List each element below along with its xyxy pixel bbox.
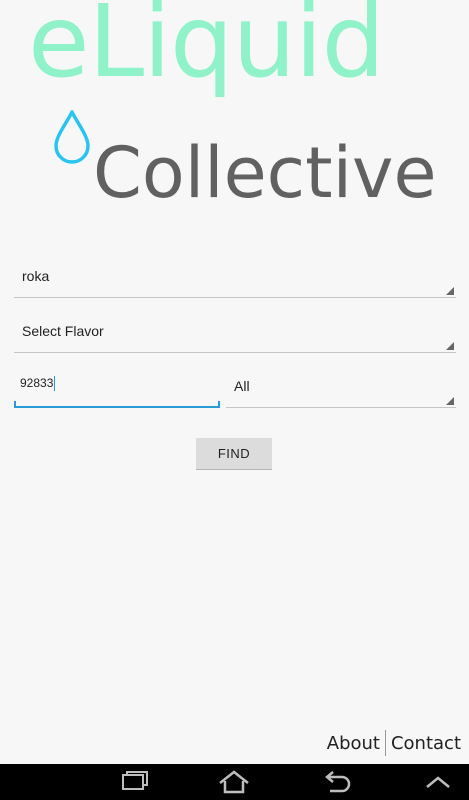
flavor-spinner-value: Select Flavor xyxy=(22,323,104,339)
footer-divider xyxy=(384,730,386,756)
logo-subtitle: Collective xyxy=(93,132,437,214)
text-cursor xyxy=(54,376,56,392)
range-spinner-value: All xyxy=(234,378,250,394)
logo-title: eLiquid xyxy=(28,0,385,100)
back-icon xyxy=(325,771,351,793)
system-nav-bar xyxy=(0,764,469,800)
up-button[interactable] xyxy=(414,768,462,796)
footer-links: About Contact xyxy=(327,730,461,756)
dropdown-arrow-icon xyxy=(446,342,454,350)
flavor-spinner[interactable]: Select Flavor xyxy=(14,313,456,353)
recent-apps-icon xyxy=(122,771,148,790)
brand-spinner-value: roka xyxy=(22,268,50,284)
up-chevron-icon xyxy=(426,776,450,788)
home-button[interactable] xyxy=(210,768,258,796)
zip-code-input[interactable]: 92833 xyxy=(14,366,220,408)
dropdown-arrow-icon xyxy=(446,397,454,405)
find-button[interactable]: FIND xyxy=(196,438,272,470)
brand-spinner[interactable]: roka xyxy=(14,258,456,298)
zip-code-value: 92833 xyxy=(20,376,54,390)
contact-link[interactable]: Contact xyxy=(391,733,461,754)
about-link[interactable]: About xyxy=(327,733,380,754)
home-icon xyxy=(219,770,249,794)
input-underline-tick xyxy=(14,401,16,406)
dropdown-arrow-icon xyxy=(446,287,454,295)
input-underline-tick xyxy=(218,401,220,406)
back-button[interactable] xyxy=(312,768,360,796)
app-screen: eLiquid Collective roka Select Flavor 92… xyxy=(0,0,469,800)
range-spinner[interactable]: All xyxy=(226,368,456,408)
water-drop-icon xyxy=(54,110,90,164)
recent-apps-button[interactable] xyxy=(110,768,158,796)
